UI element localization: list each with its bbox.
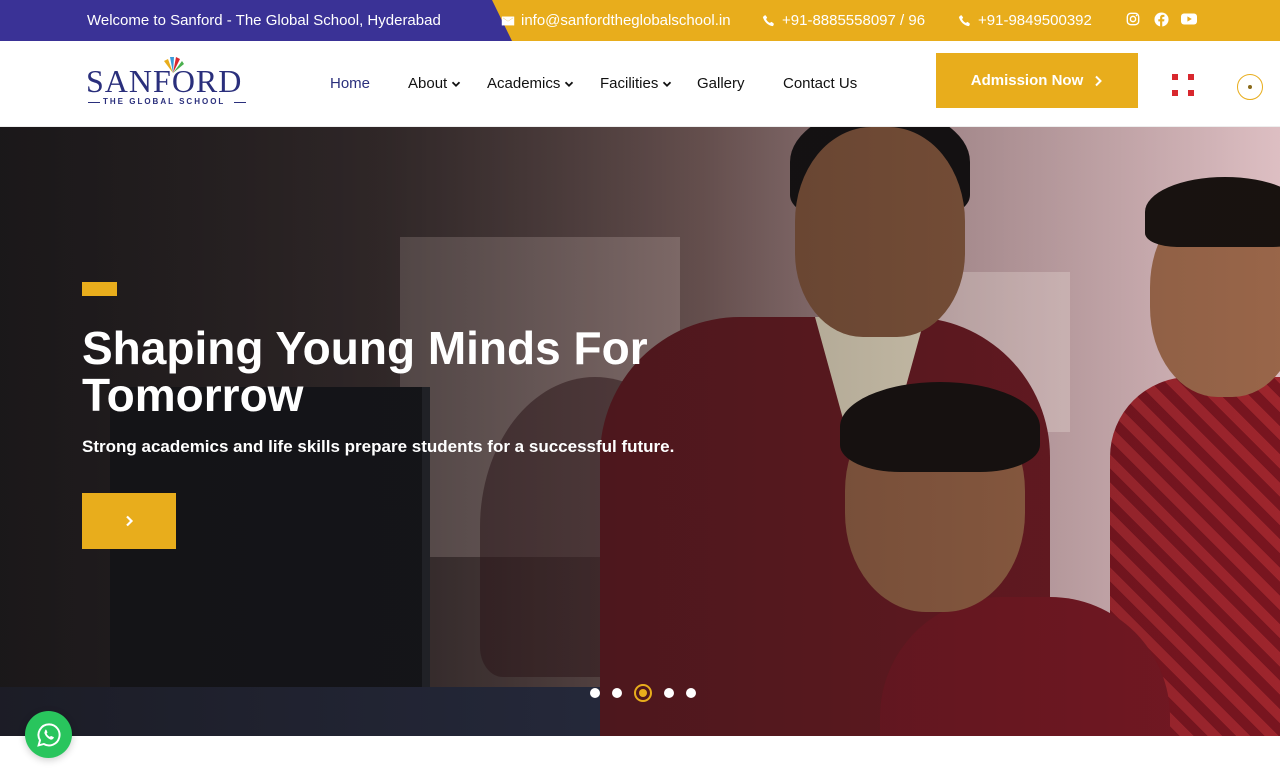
- youtube-icon[interactable]: [1181, 11, 1197, 27]
- menu-grid-icon[interactable]: [1172, 74, 1194, 96]
- social-links: [1125, 11, 1197, 27]
- logo-tagline: THE GLOBAL SCHOOL: [103, 97, 226, 106]
- chevron-down-icon: [452, 81, 461, 87]
- slider-dot-5[interactable]: [686, 688, 696, 698]
- email-text: info@sanfordtheglobalschool.in: [521, 12, 731, 29]
- nav-item-label: Academics: [487, 75, 561, 92]
- slider-dot-1[interactable]: [590, 688, 600, 698]
- chevron-right-icon: [126, 515, 134, 527]
- nav-item-gallery[interactable]: Gallery: [697, 75, 745, 92]
- welcome-text: Welcome to Sanford - The Global School, …: [87, 12, 441, 29]
- instagram-icon[interactable]: [1125, 11, 1141, 27]
- slider-dot-4[interactable]: [664, 688, 674, 698]
- facebook-icon[interactable]: [1153, 11, 1169, 27]
- top-info-bar: Welcome to Sanford - The Global School, …: [0, 0, 1280, 41]
- nav-item-label: Facilities: [600, 75, 659, 92]
- hero-subtitle: Strong academics and life skills prepare…: [82, 437, 675, 456]
- nav-item-label: Contact Us: [783, 75, 858, 92]
- hero-slider: Shaping Young Minds For Tomorrow Strong …: [0, 127, 1280, 736]
- nav-item-contact[interactable]: Contact Us: [783, 75, 857, 92]
- logo-rule-right: [234, 102, 246, 103]
- envelope-icon: [501, 16, 515, 25]
- nav-item-academics[interactable]: Academics: [487, 75, 574, 92]
- chevron-down-icon: [663, 81, 672, 87]
- chevron-down-icon: [565, 81, 574, 87]
- nav-item-facilities[interactable]: Facilities: [600, 75, 672, 92]
- phone-icon: [958, 14, 970, 26]
- logo-rule-left: [88, 102, 100, 103]
- phone-link-2[interactable]: +91-9849500392: [958, 12, 1092, 29]
- whatsapp-icon: [36, 722, 60, 747]
- admission-now-button[interactable]: Admission Now: [936, 53, 1138, 108]
- admission-button-label: Admission Now: [970, 72, 1084, 89]
- slider-pagination: [590, 684, 696, 702]
- chevron-right-icon: [1095, 75, 1103, 86]
- logo-wordmark: SANFORD: [86, 63, 243, 99]
- hero-title: Shaping Young Minds For Tomorrow: [82, 322, 648, 421]
- phone-link-1[interactable]: +91-8885558097 / 96: [762, 12, 925, 29]
- slider-dot-2[interactable]: [612, 688, 622, 698]
- email-link[interactable]: info@sanfordtheglobalschool.in: [501, 12, 731, 29]
- phone-text-2: +91-9849500392: [978, 12, 1092, 29]
- whatsapp-chat-button[interactable]: [25, 711, 72, 758]
- school-logo[interactable]: SANFORD THE GLOBAL SCHOOL: [86, 55, 254, 111]
- nav-item-label: About: [408, 75, 448, 92]
- nav-item-label: Gallery: [697, 75, 745, 92]
- hero-overlay: [0, 127, 1280, 736]
- nav-item-label: Home: [330, 75, 371, 92]
- site-header: SANFORD THE GLOBAL SCHOOL Home About Aca…: [0, 41, 1280, 127]
- slider-dot-3[interactable]: [634, 684, 652, 702]
- phone-icon: [762, 14, 774, 26]
- nav-item-home[interactable]: Home: [330, 75, 370, 92]
- hero-next-button[interactable]: [82, 493, 176, 549]
- hero-accent-bar: [82, 282, 117, 296]
- scroll-progress-indicator[interactable]: [1237, 74, 1263, 100]
- nav-item-about[interactable]: About: [408, 75, 461, 92]
- phone-text-1: +91-8885558097 / 96: [782, 12, 926, 29]
